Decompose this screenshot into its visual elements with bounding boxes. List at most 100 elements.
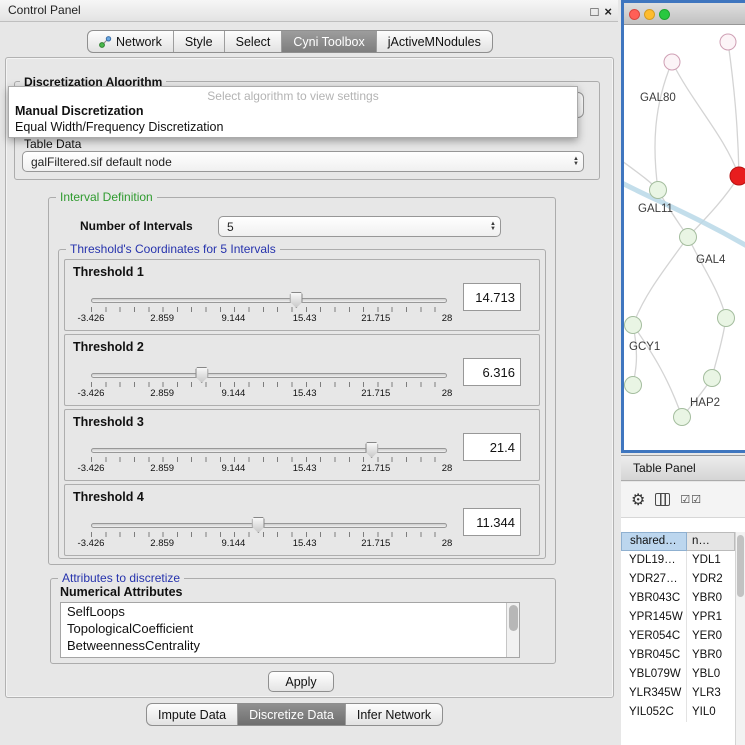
node-table: shared… n… YDL19…YDL1 YDR27…YDR2 YBR043C… [621, 518, 745, 745]
threshold-1-slider-thumb[interactable] [290, 292, 303, 308]
algorithm-option-manual[interactable]: Manual Discretization [9, 103, 577, 119]
column-header-shared-name[interactable]: shared… [621, 532, 687, 551]
threshold-2-panel: Threshold 2 -3.426 2.859 9.144 15.43 21.… [64, 334, 540, 406]
selected-node[interactable] [730, 167, 745, 185]
thresholds-group-title: Threshold's Coordinates for 5 Intervals [66, 242, 280, 256]
list-item[interactable]: SelfLoops [61, 603, 519, 620]
cell: YER0 [687, 627, 735, 646]
tab-cyni-toolbox[interactable]: Cyni Toolbox [281, 31, 375, 52]
cell: YLR345W [621, 684, 687, 703]
table-row[interactable]: YLR345WYLR3 [621, 684, 735, 703]
tab-discretize-data[interactable]: Discretize Data [237, 704, 345, 725]
threshold-2-slider-thumb[interactable] [195, 367, 208, 383]
tab-network[interactable]: Network [88, 31, 173, 52]
node-label: GAL11 [638, 203, 673, 215]
cell: YBL0 [687, 665, 735, 684]
scrollbar-thumb[interactable] [509, 605, 518, 631]
tab-impute-data[interactable]: Impute Data [147, 704, 237, 725]
tab-jactivemnodules[interactable]: jActiveMNodules [376, 31, 492, 52]
table-row[interactable]: YIL052CYIL0 [621, 703, 735, 722]
network-view-frame: GAL80 GAL11 GAL4 GCY1 HAP2 [621, 0, 745, 453]
threshold-1-value[interactable]: 14.713 [463, 283, 521, 311]
tab-style[interactable]: Style [173, 31, 224, 52]
float-window-icon[interactable]: □ [591, 1, 599, 22]
interval-definition-title: Interval Definition [56, 190, 157, 204]
table-header-row: shared… n… [621, 532, 735, 551]
cell: YIL052C [621, 703, 687, 722]
cell: YBR0 [687, 646, 735, 665]
table-data-label: Table Data [24, 137, 81, 151]
table-row[interactable]: YDR27…YDR2 [621, 570, 735, 589]
scrollbar-thumb[interactable] [737, 535, 744, 597]
cell: YDL1 [687, 551, 735, 570]
list-scrollbar[interactable] [506, 603, 519, 657]
table-toolbar: ⚙ ☑☑ [621, 482, 745, 518]
close-icon[interactable]: × [604, 1, 612, 22]
threshold-1-panel: Threshold 1 -3.426 2.859 9.144 15.43 21.… [64, 259, 540, 331]
algorithm-option-equal-width[interactable]: Equal Width/Frequency Discretization [9, 119, 577, 135]
node[interactable] [664, 54, 680, 70]
threshold-3-slider-thumb[interactable] [365, 442, 378, 458]
table-panel-title: Table Panel [633, 461, 696, 475]
node[interactable] [720, 34, 736, 50]
threshold-2-slider[interactable] [91, 373, 447, 378]
combo-arrows-icon: ▲▼ [573, 157, 583, 167]
threshold-4-slider-thumb[interactable] [252, 517, 265, 533]
table-row[interactable]: YBR043CYBR0 [621, 589, 735, 608]
table-body: YDL19…YDL1 YDR27…YDR2 YBR043CYBR0 YPR145… [621, 551, 735, 722]
slider-scale: -3.426 2.859 9.144 15.43 21.715 28 [91, 538, 447, 550]
threshold-3-slider[interactable] [91, 448, 447, 453]
cyni-bottom-tabbar: Impute Data Discretize Data Infer Networ… [146, 703, 443, 726]
node[interactable] [625, 317, 642, 334]
list-item[interactable]: TopologicalCoefficient [61, 620, 519, 637]
cell: YPR145W [621, 608, 687, 627]
attributes-group-title: Attributes to discretize [58, 571, 184, 585]
threshold-1-slider[interactable] [91, 298, 447, 303]
table-row[interactable]: YBR045CYBR0 [621, 646, 735, 665]
node-label: GAL80 [640, 92, 676, 104]
threshold-3-value[interactable]: 21.4 [463, 433, 521, 461]
cell: YDR27… [621, 570, 687, 589]
table-scrollbar[interactable] [735, 532, 745, 745]
numerical-attributes-label: Numerical Attributes [60, 585, 182, 599]
zoom-traffic-light-icon[interactable] [659, 9, 670, 20]
node[interactable] [718, 310, 735, 327]
tab-select[interactable]: Select [224, 31, 282, 52]
node[interactable] [680, 229, 697, 246]
cell: YER054C [621, 627, 687, 646]
column-header-name[interactable]: n… [687, 532, 735, 551]
cell: YBR0 [687, 589, 735, 608]
table-data-combobox[interactable]: galFiltered.sif default node ▲▼ [22, 151, 584, 172]
table-row[interactable]: YDL19…YDL1 [621, 551, 735, 570]
node-label: HAP2 [690, 397, 720, 409]
slider-ticks [91, 457, 448, 462]
table-row[interactable]: YBL079WYBL0 [621, 665, 735, 684]
network-window-titlebar[interactable] [624, 3, 745, 25]
node[interactable] [625, 377, 642, 394]
algorithm-dropdown-popup: Select algorithm to view settings Manual… [8, 86, 578, 138]
network-canvas[interactable]: GAL80 GAL11 GAL4 GCY1 HAP2 [624, 25, 745, 450]
threshold-4-slider[interactable] [91, 523, 447, 528]
node[interactable] [704, 370, 721, 387]
apply-button[interactable]: Apply [268, 671, 334, 692]
columns-icon[interactable] [655, 493, 670, 506]
control-panel-titlebar: Control Panel □ × [0, 0, 618, 22]
list-item[interactable]: BetweennessCentrality [61, 637, 519, 654]
number-of-intervals-combobox[interactable]: 5 ▲▼ [218, 216, 501, 237]
minimize-traffic-light-icon[interactable] [644, 9, 655, 20]
numerical-attributes-list[interactable]: SelfLoops TopologicalCoefficient Between… [60, 602, 520, 658]
node[interactable] [650, 182, 667, 199]
threshold-2-value[interactable]: 6.316 [463, 358, 521, 386]
table-row[interactable]: YER054CYER0 [621, 627, 735, 646]
cell: YLR3 [687, 684, 735, 703]
threshold-4-value[interactable]: 11.344 [463, 508, 521, 536]
slider-scale: -3.426 2.859 9.144 15.43 21.715 28 [91, 313, 447, 325]
select-rows-icons[interactable]: ☑☑ [680, 493, 702, 506]
table-row[interactable]: YPR145WYPR1 [621, 608, 735, 627]
slider-scale: -3.426 2.859 9.144 15.43 21.715 28 [91, 463, 447, 475]
table-panel-header: Table Panel [621, 455, 745, 481]
node[interactable] [674, 409, 691, 426]
gear-icon[interactable]: ⚙ [631, 490, 645, 510]
tab-infer-network[interactable]: Infer Network [345, 704, 442, 725]
close-traffic-light-icon[interactable] [629, 9, 640, 20]
